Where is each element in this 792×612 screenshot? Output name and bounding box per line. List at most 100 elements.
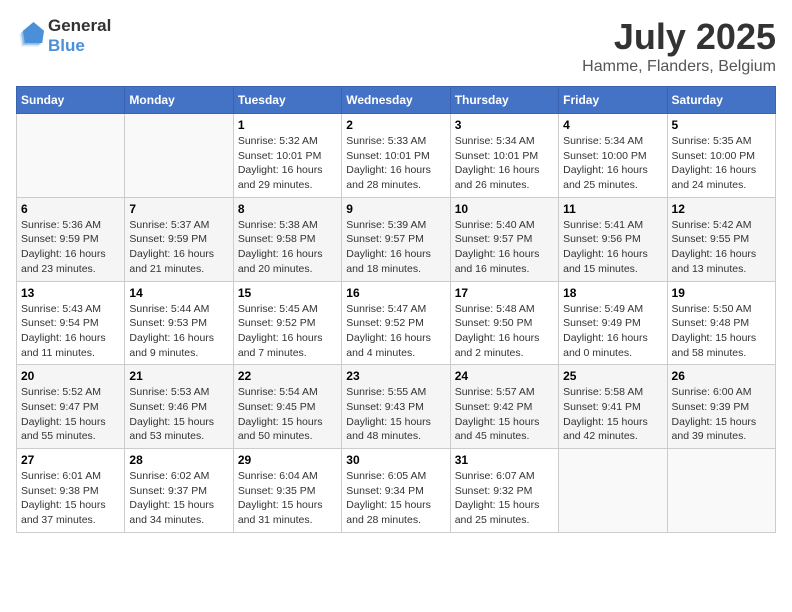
day-number: 14 xyxy=(129,286,228,300)
day-number: 23 xyxy=(346,369,445,383)
day-cell: 1 Sunrise: 5:32 AM Sunset: 10:01 PM Dayli… xyxy=(233,114,341,198)
day-details: Sunrise: 5:33 AM Sunset: 10:01 PM Daylig… xyxy=(346,134,445,193)
day-cell: 30Sunrise: 6:05 AM Sunset: 9:34 PM Dayli… xyxy=(342,449,450,533)
day-details: Sunrise: 5:55 AM Sunset: 9:43 PM Dayligh… xyxy=(346,385,445,444)
day-details: Sunrise: 5:47 AM Sunset: 9:52 PM Dayligh… xyxy=(346,302,445,361)
day-number: 13 xyxy=(21,286,120,300)
day-number: 9 xyxy=(346,202,445,216)
day-cell: 10Sunrise: 5:40 AM Sunset: 9:57 PM Dayli… xyxy=(450,197,558,281)
day-cell: 12 Sunrise: 5:42 AM Sunset: 9:55 PM Dayli… xyxy=(667,197,775,281)
day-cell: 4 Sunrise: 5:34 AM Sunset: 10:00 PM Dayli… xyxy=(559,114,667,198)
day-details: Sunrise: 5:42 AM Sunset: 9:55 PM Dayligh… xyxy=(672,218,771,277)
day-details: Sunrise: 5:37 AM Sunset: 9:59 PM Dayligh… xyxy=(129,218,228,277)
day-number: 1 xyxy=(238,118,337,132)
col-header-wednesday: Wednesday xyxy=(342,87,450,114)
week-row-5: 27 Sunrise: 6:01 AM Sunset: 9:38 PM Dayli… xyxy=(17,449,776,533)
col-header-tuesday: Tuesday xyxy=(233,87,341,114)
day-number: 15 xyxy=(238,286,337,300)
day-cell xyxy=(125,114,233,198)
col-header-monday: Monday xyxy=(125,87,233,114)
day-number: 12 xyxy=(672,202,771,216)
day-details: Sunrise: 6:04 AM Sunset: 9:35 PM Dayligh… xyxy=(238,469,337,528)
title-block: July 2025 Hamme, Flanders, Belgium xyxy=(582,16,776,76)
week-row-2: 6Sunrise: 5:36 AM Sunset: 9:59 PM Daylig… xyxy=(17,197,776,281)
week-row-1: 1 Sunrise: 5:32 AM Sunset: 10:01 PM Dayli… xyxy=(17,114,776,198)
day-cell: 18 Sunrise: 5:49 AM Sunset: 9:49 PM Dayli… xyxy=(559,281,667,365)
day-number: 29 xyxy=(238,453,337,467)
day-number: 5 xyxy=(672,118,771,132)
day-details: Sunrise: 5:50 AM Sunset: 9:48 PM Dayligh… xyxy=(672,302,771,361)
day-cell: 23 Sunrise: 5:55 AM Sunset: 9:43 PM Dayli… xyxy=(342,365,450,449)
day-details: Sunrise: 5:41 AM Sunset: 9:56 PM Dayligh… xyxy=(563,218,662,277)
col-header-saturday: Saturday xyxy=(667,87,775,114)
day-number: 18 xyxy=(563,286,662,300)
day-cell: 2 Sunrise: 5:33 AM Sunset: 10:01 PM Dayli… xyxy=(342,114,450,198)
day-details: Sunrise: 5:34 AM Sunset: 10:00 PM Daylig… xyxy=(563,134,662,193)
day-details: Sunrise: 5:49 AM Sunset: 9:49 PM Dayligh… xyxy=(563,302,662,361)
day-number: 8 xyxy=(238,202,337,216)
day-cell: 31 Sunrise: 6:07 AM Sunset: 9:32 PM Dayli… xyxy=(450,449,558,533)
logo-text: General Blue xyxy=(48,16,111,56)
day-number: 16 xyxy=(346,286,445,300)
day-cell xyxy=(667,449,775,533)
main-title: July 2025 xyxy=(582,16,776,58)
day-cell xyxy=(559,449,667,533)
day-number: 7 xyxy=(129,202,228,216)
subtitle: Hamme, Flanders, Belgium xyxy=(582,58,776,76)
day-details: Sunrise: 6:07 AM Sunset: 9:32 PM Dayligh… xyxy=(455,469,554,528)
day-details: Sunrise: 5:57 AM Sunset: 9:42 PM Dayligh… xyxy=(455,385,554,444)
day-number: 22 xyxy=(238,369,337,383)
day-cell: 24Sunrise: 5:57 AM Sunset: 9:42 PM Dayli… xyxy=(450,365,558,449)
col-header-friday: Friday xyxy=(559,87,667,114)
day-number: 10 xyxy=(455,202,554,216)
day-cell: 13Sunrise: 5:43 AM Sunset: 9:54 PM Dayli… xyxy=(17,281,125,365)
day-number: 31 xyxy=(455,453,554,467)
col-header-sunday: Sunday xyxy=(17,87,125,114)
day-cell: 29 Sunrise: 6:04 AM Sunset: 9:35 PM Dayli… xyxy=(233,449,341,533)
day-details: Sunrise: 6:01 AM Sunset: 9:38 PM Dayligh… xyxy=(21,469,120,528)
day-number: 2 xyxy=(346,118,445,132)
logo-icon xyxy=(16,22,44,50)
day-number: 20 xyxy=(21,369,120,383)
day-cell: 7 Sunrise: 5:37 AM Sunset: 9:59 PM Daylig… xyxy=(125,197,233,281)
page-header: General Blue July 2025 Hamme, Flanders, … xyxy=(16,16,776,76)
day-details: Sunrise: 5:58 AM Sunset: 9:41 PM Dayligh… xyxy=(563,385,662,444)
day-details: Sunrise: 6:00 AM Sunset: 9:39 PM Dayligh… xyxy=(672,385,771,444)
day-number: 6 xyxy=(21,202,120,216)
day-number: 28 xyxy=(129,453,228,467)
day-number: 17 xyxy=(455,286,554,300)
col-header-thursday: Thursday xyxy=(450,87,558,114)
day-cell xyxy=(17,114,125,198)
day-number: 27 xyxy=(21,453,120,467)
day-cell: 25 Sunrise: 5:58 AM Sunset: 9:41 PM Dayli… xyxy=(559,365,667,449)
day-number: 19 xyxy=(672,286,771,300)
day-details: Sunrise: 6:02 AM Sunset: 9:37 PM Dayligh… xyxy=(129,469,228,528)
day-number: 11 xyxy=(563,202,662,216)
day-details: Sunrise: 5:32 AM Sunset: 10:01 PM Daylig… xyxy=(238,134,337,193)
day-number: 3 xyxy=(455,118,554,132)
day-details: Sunrise: 5:44 AM Sunset: 9:53 PM Dayligh… xyxy=(129,302,228,361)
day-details: Sunrise: 5:52 AM Sunset: 9:47 PM Dayligh… xyxy=(21,385,120,444)
logo: General Blue xyxy=(16,16,111,56)
day-details: Sunrise: 5:53 AM Sunset: 9:46 PM Dayligh… xyxy=(129,385,228,444)
day-details: Sunrise: 5:38 AM Sunset: 9:58 PM Dayligh… xyxy=(238,218,337,277)
day-details: Sunrise: 5:54 AM Sunset: 9:45 PM Dayligh… xyxy=(238,385,337,444)
day-cell: 22 Sunrise: 5:54 AM Sunset: 9:45 PM Dayli… xyxy=(233,365,341,449)
day-cell: 15 Sunrise: 5:45 AM Sunset: 9:52 PM Dayli… xyxy=(233,281,341,365)
day-number: 4 xyxy=(563,118,662,132)
calendar-table: SundayMondayTuesdayWednesdayThursdayFrid… xyxy=(16,86,776,533)
day-number: 25 xyxy=(563,369,662,383)
day-cell: 3Sunrise: 5:34 AM Sunset: 10:01 PM Dayli… xyxy=(450,114,558,198)
day-number: 21 xyxy=(129,369,228,383)
day-details: Sunrise: 5:48 AM Sunset: 9:50 PM Dayligh… xyxy=(455,302,554,361)
day-cell: 16 Sunrise: 5:47 AM Sunset: 9:52 PM Dayli… xyxy=(342,281,450,365)
day-number: 30 xyxy=(346,453,445,467)
day-cell: 14 Sunrise: 5:44 AM Sunset: 9:53 PM Dayli… xyxy=(125,281,233,365)
day-details: Sunrise: 5:45 AM Sunset: 9:52 PM Dayligh… xyxy=(238,302,337,361)
day-number: 26 xyxy=(672,369,771,383)
week-row-4: 20 Sunrise: 5:52 AM Sunset: 9:47 PM Dayli… xyxy=(17,365,776,449)
header-row: SundayMondayTuesdayWednesdayThursdayFrid… xyxy=(17,87,776,114)
day-details: Sunrise: 5:35 AM Sunset: 10:00 PM Daylig… xyxy=(672,134,771,193)
day-cell: 21 Sunrise: 5:53 AM Sunset: 9:46 PM Dayli… xyxy=(125,365,233,449)
week-row-3: 13Sunrise: 5:43 AM Sunset: 9:54 PM Dayli… xyxy=(17,281,776,365)
